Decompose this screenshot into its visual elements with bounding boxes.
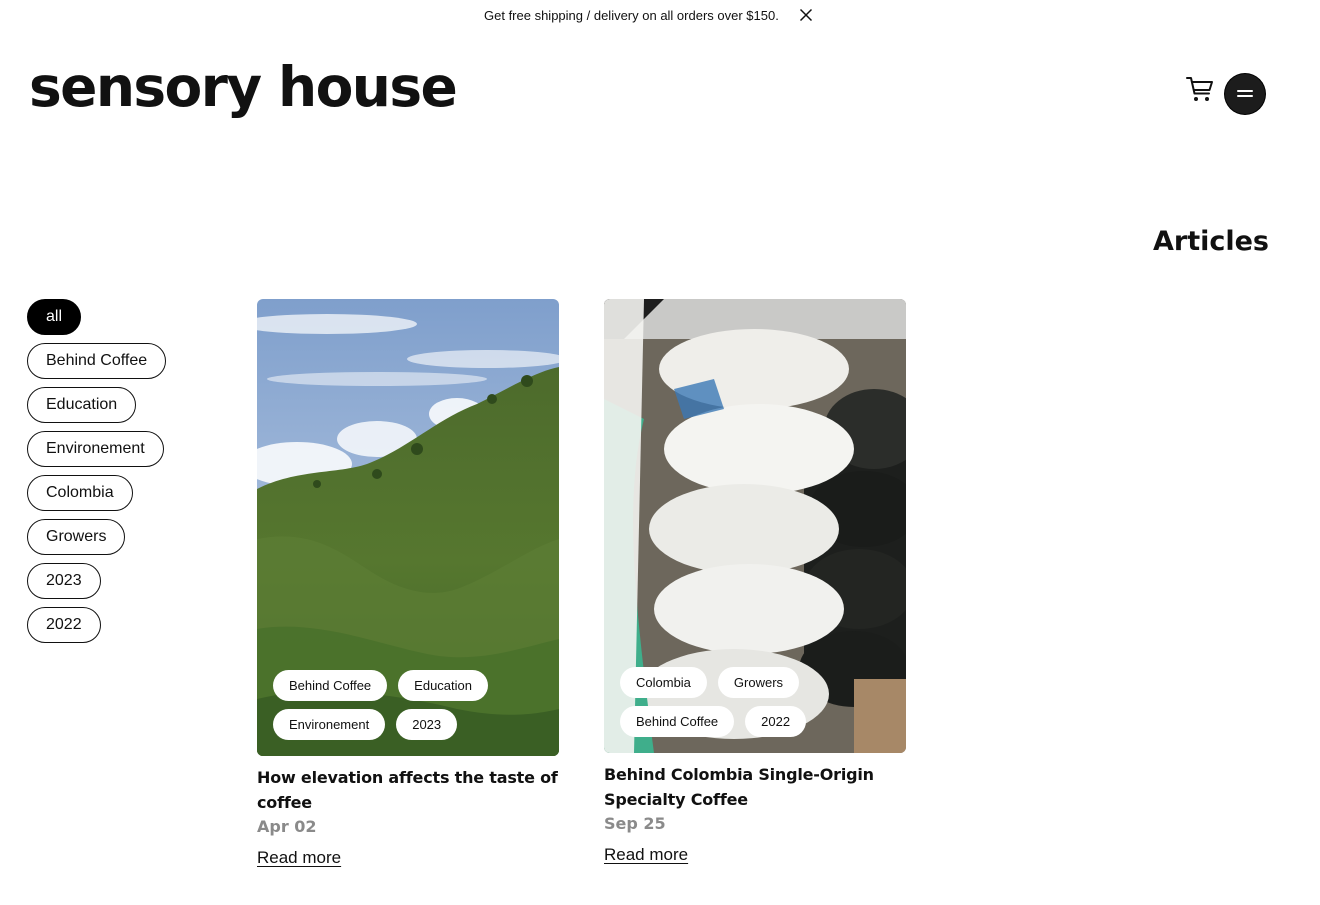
logo[interactable]: sensory house: [29, 52, 458, 122]
filter-2022[interactable]: 2022: [27, 607, 101, 643]
cart-icon[interactable]: [1185, 74, 1215, 104]
tag-environement[interactable]: Environement: [273, 709, 386, 740]
filter-2023[interactable]: 2023: [27, 563, 101, 599]
tag-2023[interactable]: 2023: [396, 709, 458, 740]
article-title[interactable]: How elevation affects the taste of coffe…: [257, 765, 559, 815]
filter-environement[interactable]: Environement: [27, 431, 164, 467]
filter-list: all Behind Coffee Education Environement…: [27, 299, 227, 651]
filter-behind-coffee[interactable]: Behind Coffee: [27, 343, 167, 379]
filter-colombia[interactable]: Colombia: [27, 475, 133, 511]
tag-behind-coffee[interactable]: Behind Coffee: [620, 706, 735, 737]
menu-icon: [1237, 90, 1253, 92]
close-icon[interactable]: [797, 6, 815, 24]
article-tags: Behind Coffee Education Environement 202…: [273, 670, 533, 740]
read-more-link[interactable]: Read more: [604, 845, 688, 865]
announcement-text: Get free shipping / delivery on all orde…: [484, 8, 779, 23]
article-card[interactable]: Colombia Growers Behind Coffee 2022 Behi…: [604, 299, 906, 865]
tag-education[interactable]: Education: [398, 670, 488, 701]
menu-button[interactable]: [1225, 74, 1265, 114]
filter-all[interactable]: all: [27, 299, 82, 335]
filter-education[interactable]: Education: [27, 387, 137, 423]
article-image-hillside[interactable]: Behind Coffee Education Environement 202…: [257, 299, 559, 756]
tag-growers[interactable]: Growers: [717, 667, 800, 698]
article-title[interactable]: Behind Colombia Single-Origin Specialty …: [604, 762, 906, 812]
tag-behind-coffee[interactable]: Behind Coffee: [273, 670, 388, 701]
article-date: Apr 02: [257, 817, 317, 836]
tag-colombia[interactable]: Colombia: [620, 667, 707, 698]
read-more-link[interactable]: Read more: [257, 848, 341, 868]
filter-growers[interactable]: Growers: [27, 519, 126, 555]
article-image-coffee-sacks[interactable]: Colombia Growers Behind Coffee 2022: [604, 299, 906, 753]
article-card[interactable]: Behind Coffee Education Environement 202…: [257, 299, 559, 868]
page-title: Articles: [1152, 226, 1269, 257]
tag-2022[interactable]: 2022: [745, 706, 807, 737]
article-tags: Colombia Growers Behind Coffee 2022: [620, 667, 880, 737]
announcement-bar: Get free shipping / delivery on all orde…: [0, 0, 1320, 32]
article-date: Sep 25: [604, 814, 666, 833]
